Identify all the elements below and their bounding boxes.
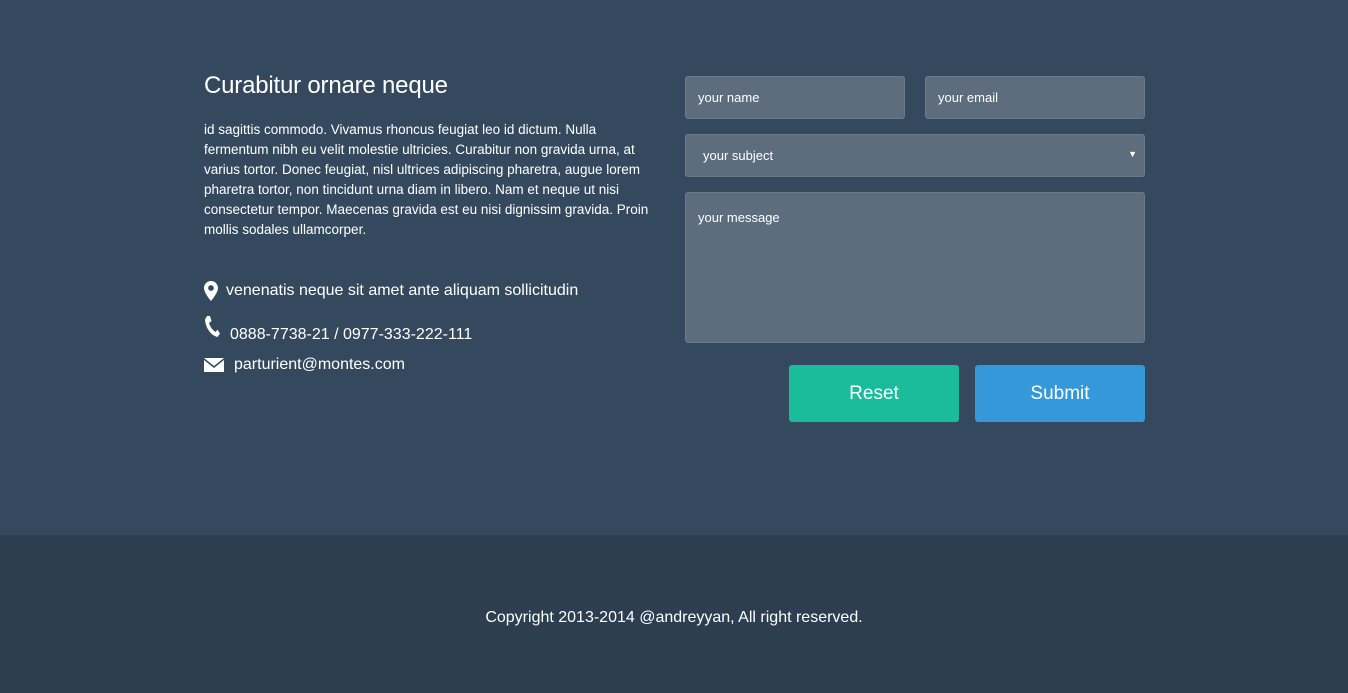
map-marker-icon [204,281,220,301]
name-input[interactable] [685,76,905,119]
envelope-icon [204,358,226,372]
address-text: venenatis neque sit amet ante aliquam so… [226,282,579,299]
subject-select[interactable]: your subject ▼ [685,134,1145,177]
footer: Copyright 2013-2014 @andreyyan, All righ… [0,535,1348,693]
caret-down-icon: ▼ [1128,149,1137,159]
email-row: parturient@montes.com [204,356,405,374]
email-text[interactable]: parturient@montes.com [234,356,405,374]
contact-description: id sagittis commodo. Vivamus rhoncus feu… [204,122,649,237]
contact-heading: Curabitur ornare neque [204,72,448,99]
submit-button[interactable]: Submit [975,365,1145,422]
message-textarea[interactable] [685,192,1145,343]
phone-icon [204,316,222,338]
email-input[interactable] [925,76,1145,119]
address-row: venenatis neque sit amet ante aliquam so… [204,281,578,301]
phone-row: 0888-7738-21 / 0977-333-222-111 [204,316,472,344]
subject-select-value: your subject [703,148,774,163]
copyright-text: Copyright 2013-2014 @andreyyan, All righ… [485,609,863,626]
contact-section: Curabitur ornare neque id sagittis commo… [0,0,1348,535]
phone-text: 0888-7738-21 / 0977-333-222-111 [230,326,473,343]
reset-button[interactable]: Reset [789,365,959,422]
